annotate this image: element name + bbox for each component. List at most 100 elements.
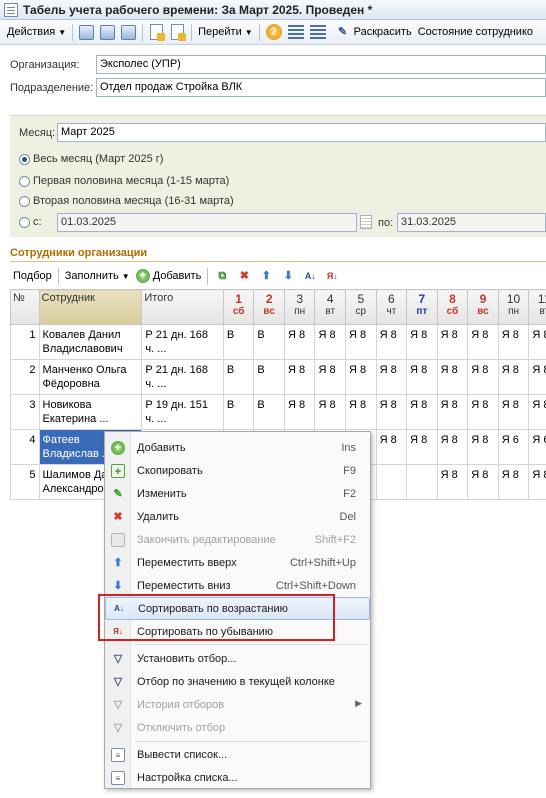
cell-day[interactable]: Я 8 <box>406 324 438 360</box>
menu-item-disable-filter[interactable]: ▽ Отключить отбор <box>105 716 370 739</box>
radio-custom-period[interactable]: с: <box>19 216 42 228</box>
radio-second-half[interactable]: Вторая половина месяца (16-31 марта) <box>19 195 234 207</box>
save-icon[interactable] <box>100 24 116 40</box>
menu-item-copy[interactable]: + Скопировать F9 <box>105 459 370 482</box>
cell-day[interactable]: Я 6 <box>528 429 546 465</box>
cell-day[interactable]: Я 8 <box>375 324 408 360</box>
column-header-day[interactable]: 4 вт <box>314 289 347 325</box>
cell-day[interactable]: Я 8 <box>436 429 469 465</box>
goto-menu-button[interactable]: Перейти ▼ <box>195 26 256 38</box>
column-header-day[interactable]: 9 вс <box>467 289 499 325</box>
cell-employee[interactable]: Новикова Екатерина ... <box>38 394 143 430</box>
column-header-day[interactable]: 11вт <box>528 289 546 325</box>
table-row[interactable]: 1 Ковалев Данил Владиславович Р 21 дн. 168 ч… <box>10 324 546 360</box>
cell-day[interactable]: В <box>222 359 255 395</box>
cell-day[interactable]: Я 8 <box>345 324 377 360</box>
column-header-day[interactable]: 5 ср <box>345 289 377 325</box>
department-field[interactable]: Отдел продаж Стройка ВЛК <box>96 78 546 97</box>
cell-day[interactable]: Я 8 <box>314 359 347 395</box>
cell-day[interactable]: Я 8 <box>436 359 469 395</box>
cell-day[interactable]: Я 8 <box>314 324 347 360</box>
print-document-icon[interactable] <box>171 24 187 41</box>
fill-menu-button[interactable]: Заполнить ▼ <box>62 270 133 282</box>
structure-icon[interactable] <box>287 25 304 39</box>
cell-day[interactable]: Я 8 <box>283 359 316 395</box>
cell-day[interactable]: Я 8 <box>375 359 408 395</box>
cell-day[interactable] <box>375 464 408 500</box>
column-header-employee[interactable]: Сотрудник <box>38 289 143 325</box>
cell-day[interactable]: В <box>222 324 255 360</box>
cell-num[interactable]: 5 <box>10 464 40 500</box>
cell-employee[interactable]: Манченко Ольга Фёдоровна <box>38 359 143 395</box>
column-header-total[interactable]: Итого <box>141 289 224 325</box>
cell-day[interactable]: Я 8 <box>406 394 438 430</box>
cell-total[interactable]: Р 19 дн. 151 ч. ... <box>141 394 224 430</box>
colorize-button[interactable]: ✎ Раскрасить <box>329 25 415 39</box>
date-from-field[interactable]: 01.03.2025 <box>57 213 357 232</box>
cell-day[interactable]: В <box>253 324 285 360</box>
menu-item-move-up[interactable]: ⬆ Переместить вверх Ctrl+Shift+Up <box>105 551 370 574</box>
add-row-button[interactable]: + Добавить <box>133 269 205 283</box>
column-header-day[interactable]: 3 пн <box>283 289 316 325</box>
menu-item-delete[interactable]: ✖ Удалить Del <box>105 505 370 528</box>
cell-day[interactable]: Я 8 <box>345 359 377 395</box>
cell-day[interactable]: Я 8 <box>467 429 499 465</box>
column-header-day[interactable]: 7 пт <box>406 289 438 325</box>
menu-item-filter-by-value[interactable]: ▽ Отбор по значению в текущей колонке <box>105 670 370 693</box>
cell-num[interactable]: 4 <box>10 429 40 465</box>
cell-day[interactable]: Я 8 <box>436 394 469 430</box>
month-field[interactable]: Март 2025 <box>57 123 546 142</box>
actions-menu-button[interactable]: Действия ▼ <box>4 26 69 38</box>
select-button[interactable]: Подбор <box>10 270 55 282</box>
cell-day[interactable] <box>406 464 438 500</box>
radio-full-month[interactable]: Весь месяц (Март 2025 г) <box>19 153 163 165</box>
post-icon[interactable] <box>121 24 137 40</box>
table-row[interactable]: 3 Новикова Екатерина ... Р 19 дн. 151 ч. ...… <box>10 394 546 430</box>
cell-day[interactable]: Я 8 <box>375 429 408 465</box>
cell-day[interactable]: Я 8 <box>406 429 438 465</box>
cell-day[interactable]: Я 8 <box>283 394 316 430</box>
delete-row-icon[interactable]: ✖ <box>237 269 251 283</box>
date-to-field[interactable]: 31.03.2025 <box>397 213 546 232</box>
radio-first-half[interactable]: Первая половина месяца (1-15 марта) <box>19 175 229 187</box>
cell-day[interactable]: Я 8 <box>436 464 469 500</box>
sort-ascending-icon[interactable]: A↓ <box>303 269 317 283</box>
cell-day[interactable]: Я 8 <box>497 464 530 500</box>
menu-item-add[interactable]: + Добавить Ins <box>105 436 370 459</box>
menu-item-filter-history[interactable]: ▽ История отборов ▶ <box>105 693 370 716</box>
cell-num[interactable]: 1 <box>10 324 40 360</box>
cell-day[interactable]: Я 8 <box>467 394 499 430</box>
edit-document-icon[interactable] <box>150 24 166 41</box>
cell-day[interactable]: Я 8 <box>283 324 316 360</box>
menu-item-output-list[interactable]: ≡ Вывести список... <box>105 743 370 766</box>
cell-total[interactable]: Р 21 дн. 168 ч. ... <box>141 359 224 395</box>
cell-day[interactable]: Я 8 <box>528 324 546 360</box>
cell-total[interactable]: Р 21 дн. 168 ч. ... <box>141 324 224 360</box>
cell-day[interactable]: Я 8 <box>345 394 377 430</box>
cell-day[interactable]: Я 8 <box>467 464 499 500</box>
organization-field[interactable]: Эксполес (УПР) <box>96 55 546 74</box>
cell-day[interactable]: Я 8 <box>528 464 546 500</box>
table-row[interactable]: 2 Манченко Ольга Фёдоровна Р 21 дн. 168 ч. .… <box>10 359 546 395</box>
calendar-icon[interactable] <box>360 215 372 229</box>
column-header-day[interactable]: 10 пн <box>497 289 530 325</box>
cell-day[interactable]: Я 8 <box>436 324 469 360</box>
column-header-day[interactable]: 8 сб <box>436 289 469 325</box>
cell-day[interactable]: Я 8 <box>375 394 408 430</box>
cell-day[interactable]: Я 8 <box>314 394 347 430</box>
cell-day[interactable]: В <box>253 359 285 395</box>
post-and-close-icon[interactable] <box>79 24 95 40</box>
column-header-num[interactable]: № <box>10 289 40 325</box>
cell-day[interactable]: Я 8 <box>497 359 530 395</box>
cell-employee[interactable]: Ковалев Данил Владиславович <box>38 324 143 360</box>
cell-day[interactable]: Я 8 <box>467 324 499 360</box>
cell-day[interactable]: В <box>222 394 255 430</box>
cell-day[interactable]: Я 6 <box>497 429 530 465</box>
cell-num[interactable]: 3 <box>10 394 40 430</box>
column-header-day[interactable]: 2 вс <box>253 289 285 325</box>
cell-day[interactable]: Я 8 <box>467 359 499 395</box>
cell-day[interactable]: Я 8 <box>497 394 530 430</box>
cell-day[interactable]: Я 8 <box>528 359 546 395</box>
menu-item-set-filter[interactable]: ▽ Установить отбор... <box>105 647 370 670</box>
column-header-day[interactable]: 6 чт <box>375 289 408 325</box>
